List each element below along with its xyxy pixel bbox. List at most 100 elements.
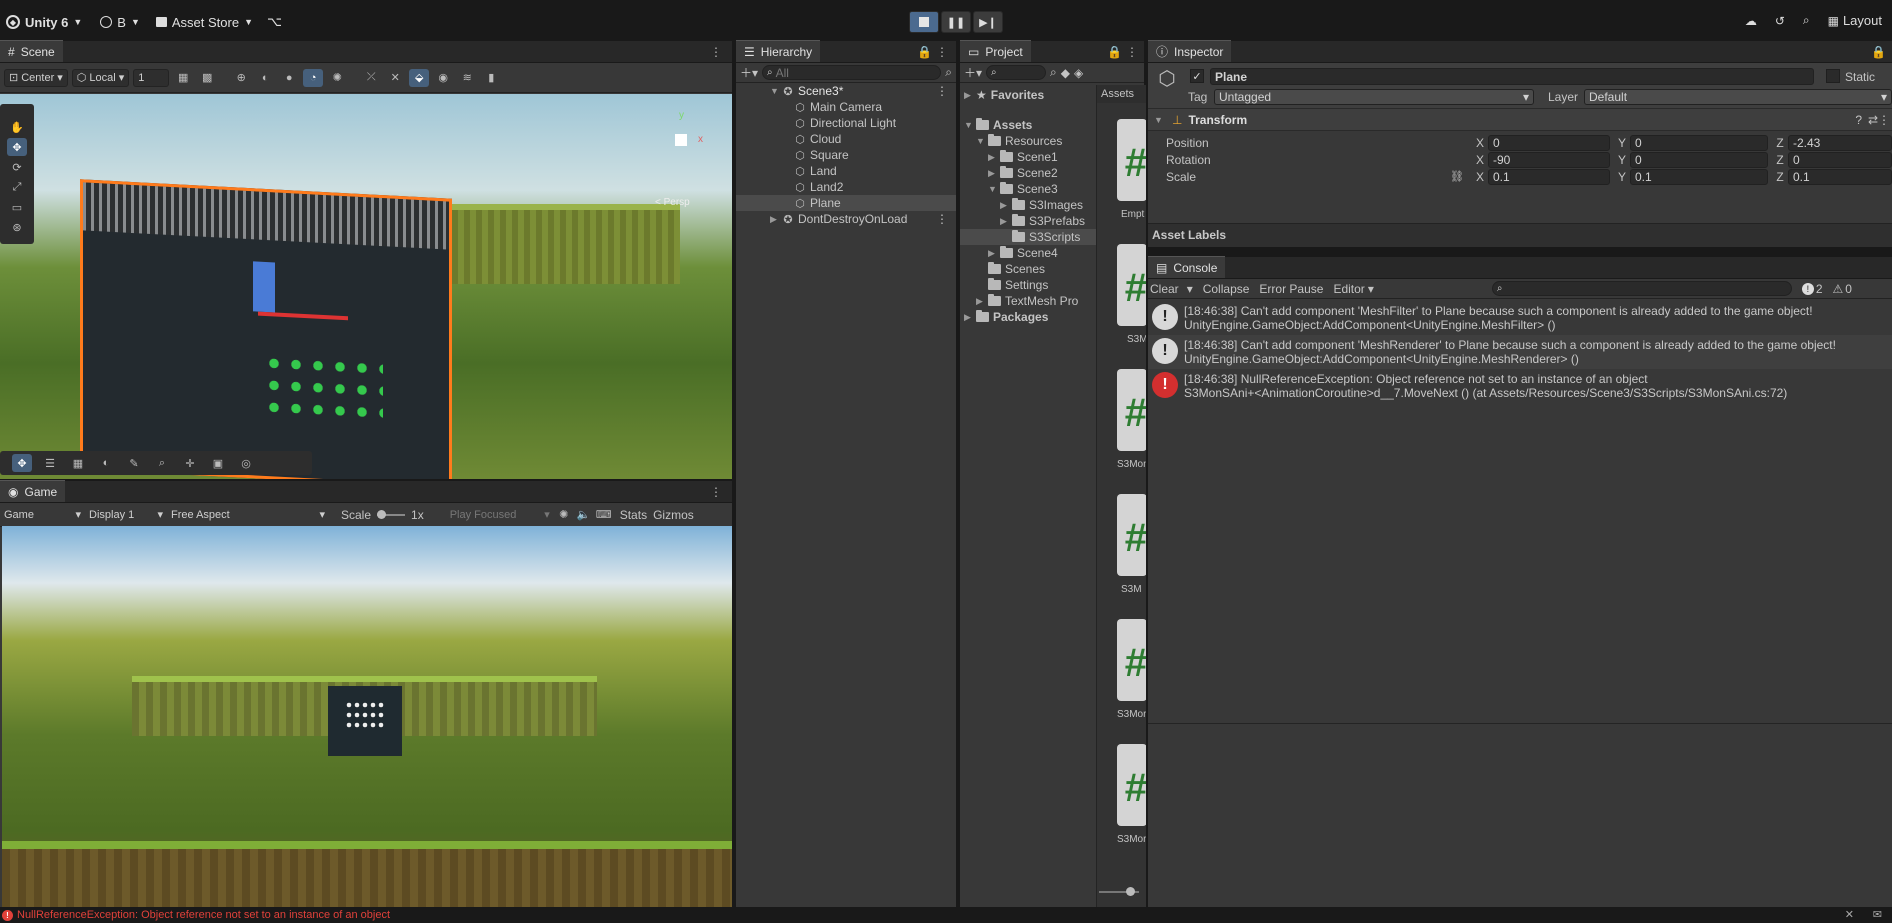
console-detail-divider[interactable]: [1148, 723, 1892, 724]
game-viewport[interactable]: [2, 526, 732, 907]
more-menu-icon[interactable]: ⋮: [936, 45, 948, 59]
light-overlay-icon[interactable]: ◐: [96, 454, 116, 472]
2d-toggle-icon[interactable]: ◔: [303, 68, 324, 87]
expand-arrow-icon[interactable]: ▼: [1154, 115, 1166, 125]
link-icon[interactable]: ⛓: [1450, 170, 1464, 183]
project-folder-row[interactable]: ▶ S3Prefabs: [960, 213, 1096, 229]
gizmo-y-axis[interactable]: y: [679, 110, 684, 121]
scene-gizmo[interactable]: y x < Persp: [650, 102, 710, 208]
status-message[interactable]: NullReferenceException: Object reference…: [17, 909, 390, 921]
static-checkbox[interactable]: [1826, 69, 1840, 83]
play-focused-dropdown[interactable]: Play Focused ▾: [446, 506, 554, 524]
project-folder-row[interactable]: ▶ TextMesh Pro: [960, 293, 1096, 309]
gizmo-center[interactable]: [675, 134, 687, 146]
expand-arrow-icon[interactable]: ▼: [988, 184, 1000, 194]
help-icon[interactable]: ?: [1855, 113, 1862, 127]
expand-arrow-icon[interactable]: ▶: [988, 152, 1000, 163]
rect-tool-icon[interactable]: ▭: [7, 198, 27, 216]
hierarchy-item[interactable]: ⬡ Land2: [736, 179, 956, 195]
draw-mode-icon[interactable]: ⊕: [231, 69, 251, 87]
tag-dropdown[interactable]: Untagged ▾: [1214, 89, 1534, 105]
expand-arrow-icon[interactable]: ▼: [770, 86, 782, 96]
gizmo-persp-label[interactable]: < Persp: [655, 197, 690, 208]
hand-tool-icon[interactable]: ✋: [7, 118, 27, 136]
unity-menu-button[interactable]: ◆ Unity 6 ▼: [6, 15, 82, 30]
lock-icon[interactable]: 🔒: [1107, 45, 1122, 59]
expand-arrow-icon[interactable]: ▶: [1000, 200, 1012, 211]
asset-grid-breadcrumb[interactable]: Assets: [1097, 85, 1146, 103]
layer-dropdown[interactable]: Default ▾: [1584, 89, 1892, 105]
editor-dropdown[interactable]: Editor ▾: [1333, 282, 1373, 296]
hierarchy-item[interactable]: ⬡ Main Camera: [736, 99, 956, 115]
search-filter-icon[interactable]: ⌕: [1050, 65, 1057, 80]
keyboard-icon[interactable]: ⌨: [594, 506, 614, 524]
more-menu-icon[interactable]: ⋮: [1878, 113, 1890, 127]
move-gizmo-x[interactable]: [258, 311, 348, 321]
add-icon[interactable]: ＋▾: [740, 64, 758, 81]
tab-hierarchy[interactable]: ☰ Hierarchy: [736, 40, 821, 62]
aspect-dropdown[interactable]: Free Aspect ▾: [167, 506, 329, 524]
position-z-field[interactable]: -2.43: [1788, 134, 1892, 151]
visibility-icon[interactable]: ◉: [433, 69, 453, 87]
add-icon[interactable]: ＋▾: [964, 64, 982, 81]
transform-tool-icon[interactable]: ⊛: [7, 218, 27, 236]
pivot-dropdown[interactable]: ⊡ Center ▾: [4, 68, 68, 87]
shaded-icon[interactable]: ●: [279, 69, 299, 87]
project-folder-row[interactable]: ▶ Scene4: [960, 245, 1096, 261]
rotation-x-field[interactable]: -90: [1488, 151, 1610, 168]
log-count-toggle[interactable]: ! 2: [1801, 282, 1823, 296]
rotation-z-field[interactable]: 0: [1788, 151, 1892, 168]
more-menu-icon[interactable]: ⋮: [936, 212, 948, 226]
expand-arrow-icon[interactable]: ▼: [964, 120, 976, 130]
position-x-field[interactable]: 0: [1488, 134, 1610, 151]
type-filter-icon[interactable]: ◆: [1061, 66, 1070, 80]
search-filter-icon[interactable]: ⌕: [945, 65, 952, 80]
camera-icon[interactable]: ▮: [481, 69, 501, 87]
search-icon[interactable]: ⌕: [1803, 13, 1810, 28]
warning-count-toggle[interactable]: ⚠ 0: [1833, 282, 1852, 296]
display-dropdown[interactable]: Display 1 ▾: [85, 506, 167, 524]
expand-arrow-icon[interactable]: ▶: [988, 248, 1000, 259]
project-favorites-row[interactable]: ▶ ★ Favorites: [960, 87, 1096, 103]
scale-y-field[interactable]: 0.1: [1630, 168, 1768, 185]
icon-size-slider-thumb[interactable]: [1126, 887, 1135, 896]
selected-plane-object[interactable]: [80, 179, 452, 479]
error-pause-button[interactable]: Error Pause: [1259, 282, 1323, 296]
transform-header[interactable]: ▼ ⊥ Transform ? ⇄ ⋮: [1148, 109, 1892, 131]
project-assets-row[interactable]: ▼ Assets: [960, 117, 1096, 133]
icon-size-slider[interactable]: [1099, 887, 1139, 896]
hierarchy-item-selected[interactable]: ⬡ Plane: [736, 195, 956, 211]
expand-arrow-icon[interactable]: ▶: [976, 296, 988, 307]
audio-icon[interactable]: 🔈: [574, 506, 594, 524]
preset-icon[interactable]: ⇄: [1868, 113, 1878, 127]
move-overlay-icon[interactable]: ✥: [12, 454, 32, 472]
expand-arrow-icon[interactable]: ▶: [1000, 216, 1012, 227]
zoom-icon[interactable]: ⌕: [152, 454, 172, 472]
layout-dropdown[interactable]: ▦ Layout: [1828, 13, 1882, 28]
paint-icon[interactable]: ✎: [124, 454, 144, 472]
project-folder-row[interactable]: ▶ Scene2: [960, 165, 1096, 181]
hierarchy-dontdestroy-row[interactable]: ▶ ✪ DontDestroyOnLoad ⋮: [736, 211, 956, 227]
project-folder-row-selected[interactable]: S3Scripts: [960, 229, 1096, 245]
grid-toggle-icon[interactable]: ▦: [173, 69, 193, 87]
asset-labels-header[interactable]: Asset Labels: [1148, 223, 1892, 247]
hierarchy-item[interactable]: ⬡ Directional Light: [736, 115, 956, 131]
active-checkbox[interactable]: ✓: [1190, 69, 1204, 83]
stop-button[interactable]: [909, 11, 939, 33]
lighting-icon[interactable]: ✺: [327, 69, 347, 87]
gizmo-x-axis[interactable]: x: [698, 134, 703, 145]
project-folder-row[interactable]: ▶ S3Images: [960, 197, 1096, 213]
expand-arrow-icon[interactable]: ▶: [770, 214, 782, 225]
asset-store-button[interactable]: Asset Store ▼: [155, 15, 253, 30]
more-menu-icon[interactable]: ⋮: [710, 45, 722, 59]
cloud-icon[interactable]: ☁: [1745, 14, 1757, 28]
label-filter-icon[interactable]: ◈: [1074, 66, 1083, 80]
version-control-icon[interactable]: ⌥: [267, 14, 282, 30]
stats-button[interactable]: Stats: [620, 508, 647, 522]
layers-icon[interactable]: ⬙: [409, 68, 430, 87]
debug-icon[interactable]: ✕: [1845, 908, 1854, 921]
tab-project[interactable]: ▭ Project: [960, 40, 1031, 62]
pivot-overlay-icon[interactable]: ✛: [180, 454, 200, 472]
hierarchy-scene-row[interactable]: ▼ ✪ Scene3* ⋮: [736, 83, 956, 99]
project-folder-row[interactable]: ▼ Resources: [960, 133, 1096, 149]
